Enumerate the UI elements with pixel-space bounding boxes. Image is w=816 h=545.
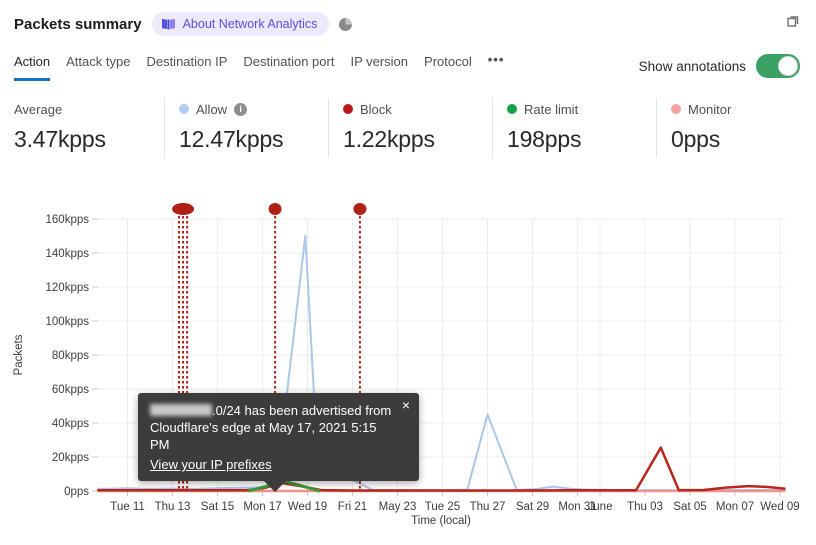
- tab-destination-ip[interactable]: Destination IP: [146, 54, 227, 81]
- redacted-ip-prefix: [150, 404, 212, 416]
- y-tick-label: 20kpps: [52, 452, 89, 464]
- annotation-marker[interactable]: [268, 203, 282, 215]
- book-icon: [161, 18, 175, 30]
- allow-legend-dot: [179, 104, 189, 114]
- stat-value: 0pps: [671, 126, 721, 152]
- x-tick-label: Mon 07: [716, 501, 754, 513]
- tab-ip-version[interactable]: IP version: [350, 54, 408, 81]
- tab-protocol[interactable]: Protocol: [424, 54, 472, 81]
- x-tick-label: Thu 27: [470, 501, 506, 513]
- pie-progress-icon: [339, 17, 353, 31]
- y-tick-label: 160kpps: [46, 214, 90, 226]
- stat-label: Monitor: [688, 101, 732, 117]
- info-icon[interactable]: i: [234, 102, 248, 116]
- x-tick-label: Sat 05: [673, 501, 706, 513]
- y-tick-label: 40kpps: [52, 418, 89, 430]
- stat-allow: Allow i 12.47kpps: [164, 98, 328, 158]
- about-network-analytics-badge[interactable]: About Network Analytics: [151, 12, 330, 36]
- stat-monitor: Monitor 0pps: [656, 98, 816, 158]
- y-tick-label: 100kpps: [46, 316, 90, 328]
- show-annotations-label: Show annotations: [638, 58, 746, 74]
- y-axis-title: Packets: [13, 334, 25, 375]
- packets-time-series-chart: Packets Time (local) 0pps 20kpps 40kpps 60k…: [13, 203, 800, 527]
- y-tick-label: 140kpps: [46, 248, 90, 260]
- stat-value: 3.47kpps: [14, 126, 106, 152]
- x-tick-label: Tue 25: [425, 501, 460, 513]
- stat-label: Average: [14, 101, 63, 117]
- stat-label: Block: [360, 101, 392, 117]
- block-legend-dot: [343, 104, 353, 114]
- badge-label: About Network Analytics: [182, 17, 318, 31]
- x-tick-label: May 23: [379, 501, 417, 513]
- x-tick-label: Thu 03: [627, 501, 663, 513]
- x-tick-label: Fri 21: [338, 501, 367, 513]
- x-tick-label: June: [588, 501, 613, 513]
- ip-prefixes-link[interactable]: View your IP prefixes: [150, 456, 272, 473]
- rate-limit-legend-dot: [507, 104, 517, 114]
- panel-header: Packets summary About Network Analytics: [14, 10, 353, 38]
- toggle-knob: [778, 56, 798, 76]
- x-tick-label: Wed 09: [760, 501, 799, 513]
- stat-block: Block 1.22kpps: [328, 98, 492, 158]
- annotation-marker[interactable]: [353, 203, 367, 215]
- tab-destination-port[interactable]: Destination port: [243, 54, 334, 81]
- y-tick-label: 80kpps: [52, 350, 89, 362]
- close-icon[interactable]: ×: [402, 398, 410, 412]
- tooltip-arrow: [263, 480, 287, 492]
- annotation-marker[interactable]: [172, 203, 195, 215]
- x-tick-label: Tue 11: [110, 501, 145, 513]
- page-title: Packets summary: [14, 15, 142, 33]
- x-tick-label: Wed 19: [288, 501, 327, 513]
- x-tick-label: Sat 15: [201, 501, 234, 513]
- expand-icon[interactable]: [784, 12, 802, 30]
- dimension-tabs: Action Attack type Destination IP Destin…: [14, 52, 504, 81]
- y-tick-label: 120kpps: [46, 282, 90, 294]
- stat-value: 198pps: [507, 126, 582, 152]
- stat-label: Allow: [196, 101, 228, 117]
- stat-rate-limit: Rate limit 198pps: [492, 98, 656, 158]
- stat-label: Rate limit: [524, 101, 579, 117]
- x-axis-title: Time (local): [411, 515, 471, 527]
- more-tabs-icon[interactable]: •••: [488, 52, 505, 81]
- stat-value: 1.22kpps: [343, 126, 435, 152]
- x-tick-label: Sat 29: [516, 501, 549, 513]
- tooltip-text: .0/24 has been advertised from Cloudflar…: [150, 403, 392, 452]
- stat-value: 12.47kpps: [179, 126, 284, 152]
- summary-stats-row: Average 3.47kpps Allow i 12.47kpps Block…: [0, 98, 816, 158]
- tab-action[interactable]: Action: [14, 54, 51, 81]
- tab-attack-type[interactable]: Attack type: [66, 54, 130, 81]
- x-tick-label: Thu 13: [155, 501, 191, 513]
- stat-average: Average 3.47kpps: [0, 98, 164, 158]
- show-annotations-toggle[interactable]: [756, 54, 800, 78]
- x-tick-label: Mon 17: [243, 501, 281, 513]
- monitor-legend-dot: [671, 104, 681, 114]
- annotation-tooltip: × .0/24 has been advertised from Cloudfl…: [138, 393, 419, 492]
- y-tick-label: 60kpps: [52, 384, 89, 396]
- y-tick-label: 0pps: [64, 486, 89, 498]
- show-annotations-control: Show annotations: [639, 54, 800, 78]
